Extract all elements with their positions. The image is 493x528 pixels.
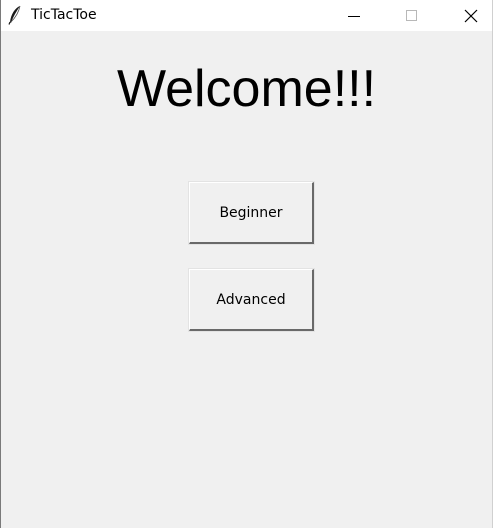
minimize-icon: [348, 15, 360, 17]
maximize-icon: [406, 9, 417, 21]
window-title: TicTacToe: [31, 7, 97, 23]
advanced-button[interactable]: Advanced: [188, 268, 315, 332]
maximize-button[interactable]: [389, 0, 435, 31]
title-bar[interactable]: TicTacToe: [1, 0, 492, 31]
main-content: Welcome!!! Beginner Advanced: [1, 31, 492, 528]
minimize-button[interactable]: [331, 0, 377, 31]
close-icon: [464, 9, 478, 22]
beginner-button[interactable]: Beginner: [188, 181, 315, 245]
beginner-button-label: Beginner: [219, 204, 283, 221]
advanced-button-label: Advanced: [216, 291, 286, 308]
close-button[interactable]: [448, 0, 493, 31]
welcome-heading: Welcome!!!: [116, 60, 377, 118]
feather-icon: [8, 5, 21, 25]
app-window: TicTacToe Welcome!!! Beginner Advanced: [0, 0, 493, 528]
